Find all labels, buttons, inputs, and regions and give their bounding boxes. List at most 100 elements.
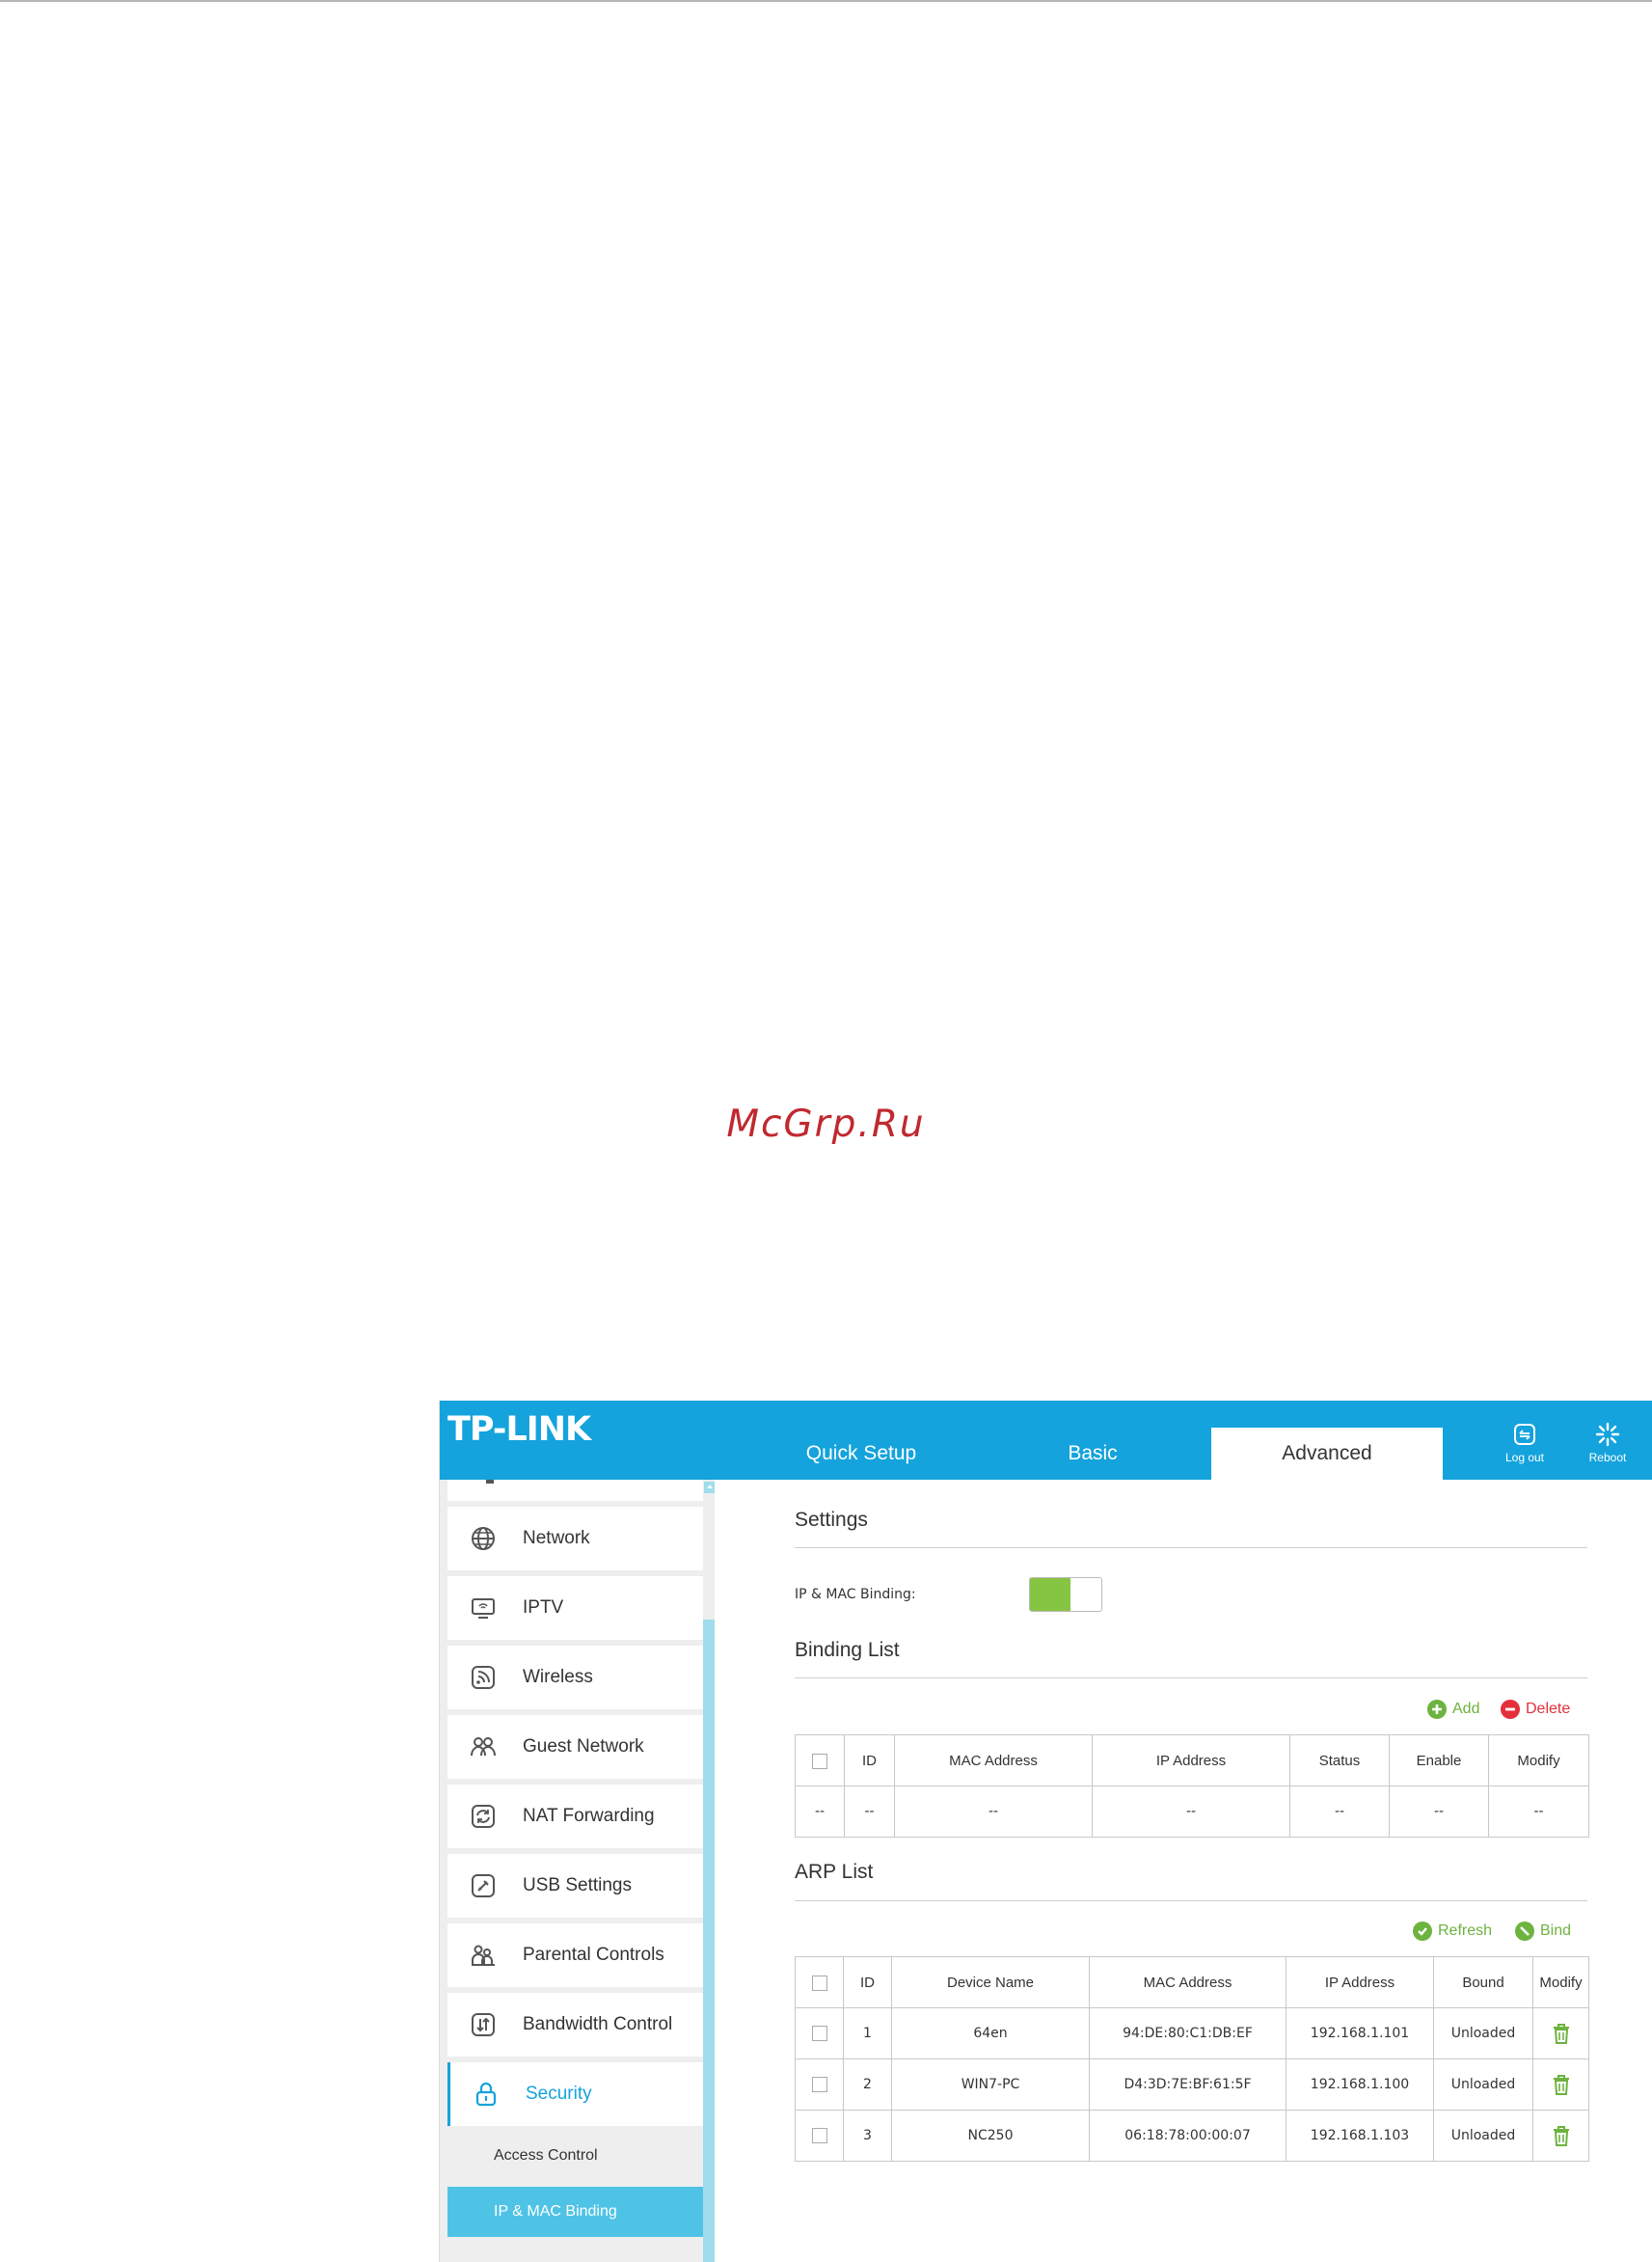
- wireless-icon: [472, 1666, 495, 1689]
- sidebar-item-usb-settings[interactable]: USB Settings: [447, 1854, 703, 1918]
- table-cell: Unloaded: [1433, 2058, 1533, 2111]
- subitem-label: IP & MAC Binding: [494, 2203, 617, 2220]
- column-header: Device Name: [891, 1956, 1090, 2008]
- table-cell: --: [844, 1785, 895, 1838]
- sidebar-item-label: Bandwidth Control: [523, 2014, 673, 2034]
- tv-icon: [472, 1598, 495, 1619]
- sidebar-item-partial: [447, 1480, 703, 1501]
- reboot-label: Reboot: [1588, 1451, 1627, 1464]
- delete-icon: [1501, 1700, 1520, 1719]
- row-checkbox[interactable]: [811, 2077, 827, 2092]
- ip-mac-binding-toggle[interactable]: [1029, 1577, 1102, 1612]
- column-header: IP Address: [1092, 1734, 1290, 1786]
- table-cell: 94:DE:80:C1:DB:EF: [1089, 2007, 1286, 2059]
- sidebar-item-guest-network[interactable]: Guest Network: [447, 1715, 703, 1779]
- sidebar-scrollbar-thumb[interactable]: [703, 1620, 715, 2262]
- arp-list-title: ARP List: [795, 1861, 874, 1883]
- table-cell: 2: [843, 2058, 892, 2111]
- bind-label: Bind: [1540, 1922, 1572, 1939]
- trash-icon[interactable]: [1551, 2022, 1572, 2045]
- sidebar-item-label: Security: [526, 2084, 592, 2104]
- trash-icon[interactable]: [1551, 2073, 1572, 2096]
- router-admin-screenshot: TP-LINK Quick Setup Basic Advanced Log o…: [439, 1401, 1652, 2262]
- reboot-icon: [1595, 1422, 1620, 1447]
- arp-list-table: ID Device Name MAC Address IP Address Bo…: [795, 1956, 1589, 2162]
- add-button[interactable]: Add: [1427, 1700, 1479, 1719]
- sidebar-item-parental-controls[interactable]: Parental Controls: [447, 1923, 703, 1987]
- table-row: 3 NC250 06:18:78:00:00:07 192.168.1.103 …: [795, 2110, 1589, 2162]
- select-all-cell: [795, 1734, 845, 1786]
- refresh-button[interactable]: Refresh: [1413, 1921, 1492, 1941]
- table-cell: 192.168.1.103: [1286, 2110, 1434, 2162]
- sidebar-item-network[interactable]: Network: [447, 1507, 703, 1570]
- nat-forwarding-icon: [472, 1805, 495, 1828]
- modify-cell: [1532, 2007, 1589, 2059]
- table-cell: 3: [843, 2110, 892, 2162]
- guest-network-icon: [471, 1737, 496, 1757]
- sidebar-item-label: IPTV: [523, 1597, 564, 1618]
- bind-button[interactable]: Bind: [1515, 1921, 1571, 1941]
- row-select-cell: [795, 2058, 844, 2111]
- binding-list-title: Binding List: [795, 1639, 900, 1661]
- tab-basic[interactable]: Basic: [977, 1428, 1208, 1480]
- sidebar-item-iptv[interactable]: IPTV: [447, 1576, 703, 1640]
- table-cell: NC250: [891, 2110, 1090, 2162]
- delete-label: Delete: [1526, 1701, 1571, 1717]
- table-cell: --: [894, 1785, 1093, 1838]
- table-header-row: ID MAC Address IP Address Status Enable …: [795, 1734, 1589, 1786]
- reboot-button[interactable]: Reboot: [1574, 1422, 1641, 1464]
- sidebar: Network IPTV Wireless Guest Network NAT …: [440, 1480, 715, 2262]
- refresh-icon: [1413, 1921, 1432, 1941]
- row-checkbox[interactable]: [811, 2128, 827, 2143]
- sidebar-item-nat-forwarding[interactable]: NAT Forwarding: [447, 1785, 703, 1848]
- table-cell: 64en: [891, 2007, 1090, 2059]
- binding-list-table: ID MAC Address IP Address Status Enable …: [795, 1734, 1589, 1838]
- table-cell: WIN7-PC: [891, 2058, 1090, 2111]
- column-header: ID: [844, 1734, 895, 1786]
- select-all-checkbox[interactable]: [812, 1753, 827, 1769]
- tab-advanced[interactable]: Advanced: [1211, 1428, 1443, 1480]
- add-icon: [1427, 1700, 1447, 1719]
- table-row: 2 WIN7-PC D4:3D:7E:BF:61:5F 192.168.1.10…: [795, 2058, 1589, 2111]
- row-checkbox[interactable]: [811, 2026, 827, 2041]
- table-cell: 1: [843, 2007, 892, 2059]
- modify-cell: [1532, 2110, 1589, 2162]
- main-content: Settings IP & MAC Binding: Binding List …: [729, 1480, 1652, 2262]
- select-all-checkbox[interactable]: [811, 1975, 827, 1991]
- divider: [795, 1677, 1587, 1678]
- sidebar-item-label: USB Settings: [523, 1875, 632, 1895]
- logout-button[interactable]: Log out: [1491, 1422, 1558, 1464]
- logout-icon: [1514, 1424, 1535, 1445]
- refresh-label: Refresh: [1438, 1922, 1493, 1939]
- row-select-cell: [795, 2007, 844, 2059]
- scroll-up-arrow-icon[interactable]: [704, 1482, 715, 1493]
- sidebar-subitem-ip-mac-binding[interactable]: IP & MAC Binding: [447, 2187, 703, 2237]
- lock-icon: [475, 2082, 497, 2107]
- divider: [795, 1547, 1587, 1548]
- sidebar-item-wireless[interactable]: Wireless: [447, 1646, 703, 1709]
- sidebar-item-bandwidth-control[interactable]: Bandwidth Control: [447, 1993, 703, 2057]
- sidebar-item-label: Network: [523, 1528, 590, 1548]
- sidebar-item-label: Wireless: [523, 1667, 593, 1687]
- tab-quick-setup[interactable]: Quick Setup: [745, 1428, 977, 1480]
- watermark: McGrp.Ru: [726, 1103, 926, 1146]
- add-label: Add: [1452, 1701, 1480, 1717]
- parental-controls-icon: [472, 1945, 495, 1966]
- divider: [795, 1900, 1587, 1901]
- column-header: MAC Address: [894, 1734, 1093, 1786]
- header-bar: TP-LINK Quick Setup Basic Advanced Log o…: [440, 1401, 1652, 1480]
- modify-cell: [1532, 2058, 1589, 2111]
- table-cell: 192.168.1.101: [1286, 2007, 1434, 2059]
- trash-icon[interactable]: [1551, 2124, 1572, 2147]
- table-cell: Unloaded: [1433, 2110, 1533, 2162]
- bandwidth-icon: [472, 2013, 495, 2036]
- brand-logo: TP-LINK: [447, 1410, 591, 1449]
- row-select-cell: [795, 2110, 844, 2162]
- delete-button[interactable]: Delete: [1501, 1700, 1570, 1719]
- settings-title: Settings: [795, 1509, 868, 1531]
- column-header: Modify: [1488, 1734, 1589, 1786]
- sidebar-subitem-access-control[interactable]: Access Control: [447, 2131, 703, 2181]
- table-cell: --: [1289, 1785, 1390, 1838]
- sidebar-item-security[interactable]: Security: [447, 2062, 703, 2126]
- table-cell: Unloaded: [1433, 2007, 1533, 2059]
